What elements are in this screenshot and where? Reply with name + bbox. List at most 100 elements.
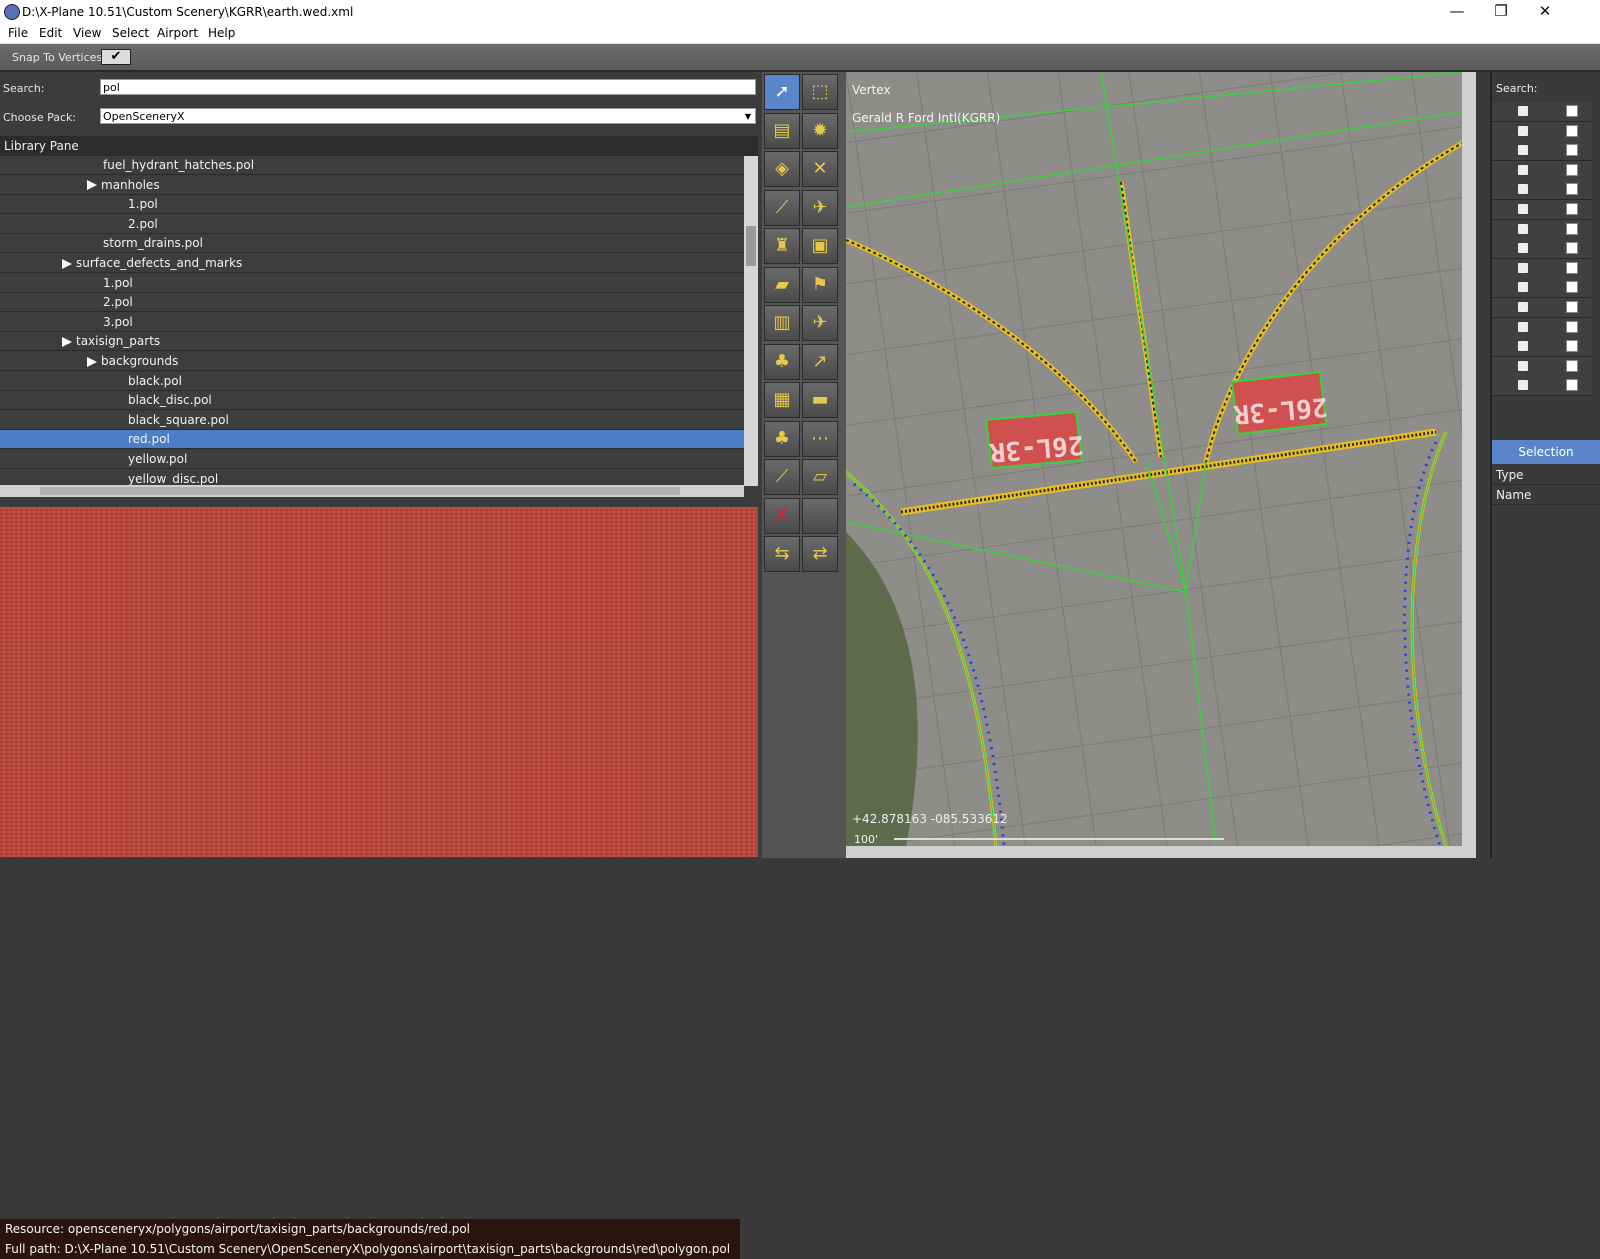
visibility-icon[interactable] xyxy=(1566,124,1578,137)
hierarchy-row[interactable] xyxy=(1492,317,1592,338)
hierarchy-row[interactable] xyxy=(1492,180,1592,201)
forest-icon[interactable]: ♣ xyxy=(764,343,800,380)
list-item[interactable]: 1.pol xyxy=(0,195,744,215)
hierarchy-row[interactable] xyxy=(1492,258,1592,279)
lock-icon[interactable] xyxy=(1518,302,1528,312)
hierarchy-row[interactable] xyxy=(1492,298,1592,318)
choose-pack-select[interactable]: OpenSceneryX ▼ xyxy=(100,108,756,124)
visibility-icon[interactable] xyxy=(1566,281,1578,294)
library-horizontal-scrollbar[interactable] xyxy=(0,485,744,497)
blank-icon[interactable] xyxy=(802,497,838,534)
visibility-icon[interactable] xyxy=(1566,163,1578,176)
list-item[interactable]: 3.pol xyxy=(0,312,744,332)
lock-icon[interactable] xyxy=(1518,282,1528,293)
windsock-icon[interactable]: ⚑ xyxy=(802,266,838,303)
list-item[interactable]: 2.pol xyxy=(0,293,744,313)
visibility-icon[interactable] xyxy=(1566,144,1578,157)
hierarchy-row[interactable] xyxy=(1492,200,1592,220)
atc-flow-icon[interactable]: ↗ xyxy=(802,343,838,380)
visibility-icon[interactable] xyxy=(1566,359,1578,372)
ramp-start-icon[interactable]: ✈ xyxy=(802,189,838,226)
list-item[interactable]: 1.pol xyxy=(0,273,744,293)
object-icon[interactable]: ▰ xyxy=(764,266,800,303)
marquee-select-icon[interactable]: ⬚ xyxy=(802,74,838,110)
menu-airport[interactable]: Airport xyxy=(157,26,198,40)
lock-icon[interactable] xyxy=(1518,243,1528,254)
lock-icon[interactable] xyxy=(1518,223,1528,234)
tree-icon[interactable]: ♣ xyxy=(764,420,800,457)
taxiroute-icon[interactable]: ⋯ xyxy=(802,420,838,457)
lock-icon[interactable] xyxy=(1518,184,1528,195)
visibility-icon[interactable] xyxy=(1566,379,1578,392)
tab-selection[interactable]: Selection xyxy=(1492,440,1600,464)
building-icon[interactable]: ▦ xyxy=(764,382,800,418)
map-vertical-scrollbar[interactable] xyxy=(1462,72,1476,858)
light-fixture-icon[interactable]: ✹ xyxy=(802,112,838,149)
list-item[interactable]: black_square.pol xyxy=(0,410,744,430)
list-item[interactable]: taxisign_parts xyxy=(0,332,744,352)
menu-select[interactable]: Select xyxy=(112,26,149,40)
lock-icon[interactable] xyxy=(1518,341,1528,352)
list-item[interactable]: black_disc.pol xyxy=(0,391,744,411)
lock-icon[interactable] xyxy=(1518,145,1528,156)
list-item[interactable]: manholes xyxy=(0,175,744,195)
lock-icon[interactable] xyxy=(1518,164,1528,175)
lock-icon[interactable] xyxy=(1518,106,1528,116)
menu-file[interactable]: File xyxy=(8,26,28,40)
menu-view[interactable]: View xyxy=(73,26,101,40)
sign-left[interactable]: 26L-3R xyxy=(984,410,1085,470)
facade-icon[interactable]: ▥ xyxy=(764,305,800,341)
visibility-icon[interactable] xyxy=(1566,105,1578,117)
hierarchy-row[interactable] xyxy=(1492,141,1592,162)
list-item[interactable]: 2.pol xyxy=(0,214,744,234)
lock-icon[interactable] xyxy=(1518,204,1528,214)
list-item[interactable]: backgrounds xyxy=(0,352,744,371)
exclusion-icon[interactable]: ✗ xyxy=(764,497,800,534)
list-item[interactable]: surface_defects_and_marks xyxy=(0,254,744,273)
lock-icon[interactable] xyxy=(1518,380,1528,391)
lock-icon[interactable] xyxy=(1518,125,1528,136)
minimize-button[interactable]: — xyxy=(1434,0,1480,22)
expand-arrow-icon[interactable] xyxy=(62,336,72,347)
visibility-icon[interactable] xyxy=(1566,183,1578,196)
menu-help[interactable]: Help xyxy=(208,26,235,40)
list-item[interactable]: fuel_hydrant_hatches.pol xyxy=(0,156,744,175)
hierarchy-row[interactable] xyxy=(1492,239,1592,260)
hierarchy-row[interactable] xyxy=(1492,121,1592,142)
list-item[interactable]: yellow_disc.pol xyxy=(0,469,744,486)
maximize-button[interactable]: ❐ xyxy=(1478,0,1524,22)
truck-parking-icon[interactable]: ⇆ xyxy=(764,536,800,572)
map-view[interactable]: 26L-3R 26L-3R Vertex Gerald R Ford Intl(… xyxy=(846,72,1476,858)
visibility-icon[interactable] xyxy=(1566,340,1578,353)
hierarchy-row[interactable] xyxy=(1492,278,1592,299)
select-arrow-icon[interactable]: ➚ xyxy=(764,74,800,110)
lock-icon[interactable] xyxy=(1518,262,1528,273)
helipad-icon[interactable]: ◈ xyxy=(764,151,800,187)
lock-icon[interactable] xyxy=(1518,360,1528,371)
visibility-icon[interactable] xyxy=(1566,222,1578,235)
map-horizontal-scrollbar[interactable] xyxy=(846,846,1462,858)
list-item[interactable]: red.pol xyxy=(0,430,744,450)
library-search-input[interactable]: pol xyxy=(100,79,756,95)
map-canvas[interactable]: 26L-3R 26L-3R xyxy=(846,72,1462,846)
hierarchy-row[interactable] xyxy=(1492,356,1592,377)
scrollbar-thumb[interactable] xyxy=(40,487,680,495)
visibility-icon[interactable] xyxy=(1566,242,1578,255)
tower-viewpoint-icon[interactable]: ♜ xyxy=(764,228,800,264)
expand-arrow-icon[interactable] xyxy=(87,180,97,191)
truck-icon[interactable]: ▬ xyxy=(802,382,838,418)
close-button[interactable]: ✕ xyxy=(1522,0,1568,22)
list-item[interactable]: storm_drains.pol xyxy=(0,234,744,254)
list-item[interactable]: yellow.pol xyxy=(0,450,744,469)
snap-to-vertices-checkbox[interactable]: ✔ xyxy=(101,49,131,65)
hierarchy-row[interactable] xyxy=(1492,219,1592,240)
taxiway-icon[interactable]: ✕ xyxy=(802,151,838,187)
hierarchy-row[interactable] xyxy=(1492,376,1592,397)
truck-destination-icon[interactable]: ⇄ xyxy=(802,536,838,572)
lock-icon[interactable] xyxy=(1518,321,1528,332)
scrollbar-thumb[interactable] xyxy=(746,226,756,266)
hierarchy-row[interactable] xyxy=(1492,337,1592,358)
hierarchy-row[interactable] xyxy=(1492,160,1592,181)
expand-arrow-icon[interactable] xyxy=(87,356,97,367)
expand-arrow-icon[interactable] xyxy=(62,258,72,269)
